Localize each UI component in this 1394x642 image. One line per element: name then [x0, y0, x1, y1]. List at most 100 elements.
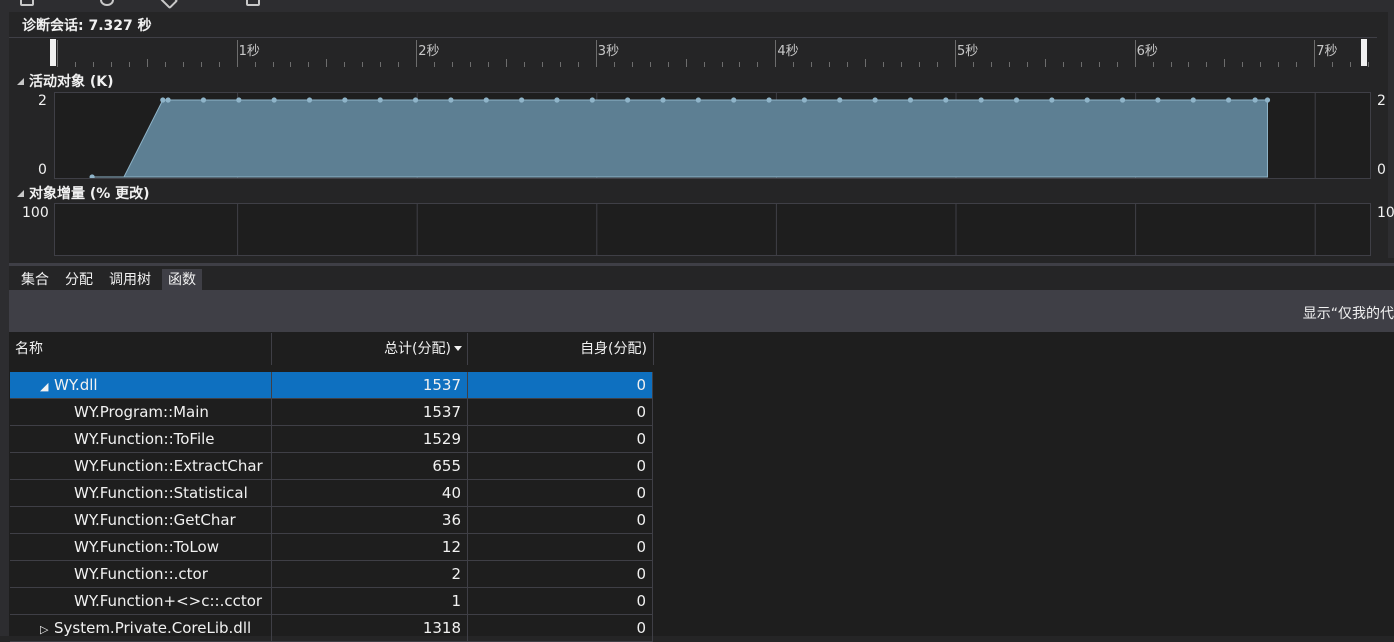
- ruler-tick: [452, 62, 454, 67]
- column-header-self-label: 自身(分配): [580, 341, 647, 357]
- ruler-tick: [649, 62, 651, 67]
- ruler-tick: [1332, 62, 1334, 67]
- live-objects-ymin: 0: [38, 162, 47, 178]
- data-point: [554, 97, 560, 103]
- table-row[interactable]: WY.Function::ExtractChar 655 0: [10, 453, 653, 480]
- data-point: [236, 97, 242, 103]
- ruler-tick: [667, 62, 669, 67]
- ruler-tick: [1152, 62, 1154, 67]
- column-header-name-label: 名称: [15, 341, 43, 357]
- cell-self-allocations: 0: [468, 453, 653, 480]
- ruler-tick: [1296, 62, 1298, 67]
- data-point: [872, 97, 878, 103]
- ruler-tick: [1098, 62, 1100, 67]
- table-row[interactable]: WY.Function::Statistical 40 0: [10, 480, 653, 507]
- table-row[interactable]: WY.Function+<>c::.cctor 1 0: [10, 588, 653, 615]
- ruler-label: 6秒: [1136, 44, 1158, 59]
- data-point: [1119, 97, 1126, 103]
- cell-name: WY.Function::Statistical: [10, 480, 272, 507]
- column-header-total-label: 总计(分配): [384, 341, 451, 357]
- data-point: [165, 97, 171, 103]
- table-row[interactable]: ◢ WY.dll 1537 0: [10, 372, 653, 399]
- report-icon[interactable]: [20, 0, 34, 6]
- collapsed-arrow-icon[interactable]: ▷: [40, 617, 54, 641]
- ruler-tick: [523, 62, 525, 67]
- cell-self-allocations: 0: [468, 426, 653, 453]
- ruler-tick: [1026, 62, 1028, 67]
- ruler-tick: [362, 62, 364, 67]
- data-point: [625, 97, 631, 103]
- ruler-tick: [146, 59, 148, 67]
- table-row[interactable]: WY.Function::ToFile 1529 0: [10, 426, 653, 453]
- cell-name: WY.Function::ExtractChar: [10, 453, 272, 480]
- expanded-arrow-icon[interactable]: ◢: [40, 374, 54, 398]
- data-point: [1264, 97, 1271, 103]
- column-header-self[interactable]: 自身(分配): [468, 333, 654, 365]
- ruler-tick: [937, 62, 939, 67]
- table-row[interactable]: WY.Function::GetChar 36 0: [10, 507, 653, 534]
- data-point: [306, 97, 313, 103]
- cell-self-allocations: 0: [468, 615, 653, 642]
- cell-name: WY.Program::Main: [10, 399, 272, 426]
- ruler-tick: [793, 62, 795, 67]
- toolbar: [0, 0, 1394, 12]
- object-diff-chart[interactable]: [54, 203, 1371, 256]
- function-name: WY.Function::ToLow: [74, 538, 219, 556]
- data-point: [1049, 97, 1055, 103]
- tool-icon[interactable]: [100, 0, 114, 6]
- session-title: 诊断会话: 7.327 秒: [22, 18, 152, 34]
- collapse-triangle-icon: [17, 190, 24, 197]
- time-ruler[interactable]: 1秒 2秒 3秒 4秒 5秒 6秒 7秒: [9, 37, 1377, 67]
- function-name: WY.Function+<>c::.cctor: [74, 592, 263, 610]
- ruler-label: 2秒: [418, 44, 440, 59]
- live-objects-title: 活动对象 (K): [29, 74, 114, 90]
- cell-name: WY.Function::ToFile: [10, 426, 272, 453]
- just-my-code-toggle[interactable]: 显示“仅我的代: [1303, 303, 1394, 323]
- data-point: [1190, 97, 1196, 103]
- object-diff-section[interactable]: 对象增量 (% 更改): [17, 183, 150, 203]
- ruler-tick: [811, 62, 813, 67]
- ruler-tick: [182, 62, 184, 67]
- data-point: [589, 97, 595, 103]
- ruler-tick: [1188, 62, 1190, 67]
- ruler-tick: [1062, 62, 1064, 67]
- cell-name: WY.Function::.ctor: [10, 561, 272, 588]
- live-objects-chart[interactable]: [54, 92, 1371, 179]
- ruler-tick: [506, 59, 507, 67]
- live-objects-ymax-right: 2: [1377, 93, 1386, 109]
- table-row[interactable]: WY.Function::ToLow 12 0: [10, 534, 653, 561]
- ruler-tick: [1260, 62, 1262, 67]
- right-edge: [1388, 12, 1394, 258]
- tag-icon[interactable]: [159, 0, 179, 10]
- live-objects-section[interactable]: 活动对象 (K): [17, 71, 114, 91]
- data-point: [1155, 97, 1161, 103]
- ruler-tick: [326, 59, 328, 67]
- range-end-handle[interactable]: [1361, 39, 1367, 66]
- cell-total-allocations: 1: [272, 588, 468, 615]
- column-header-total[interactable]: 总计(分配): [272, 333, 468, 365]
- column-header-name[interactable]: 名称: [10, 333, 272, 365]
- function-name: WY.Program::Main: [74, 403, 209, 421]
- cell-self-allocations: 0: [468, 480, 653, 507]
- function-name: WY.dll: [54, 376, 98, 394]
- data-point: [943, 97, 949, 103]
- ruler-tick: [1044, 59, 1046, 67]
- ruler-label: 7秒: [1316, 44, 1338, 59]
- cell-self-allocations: 0: [468, 534, 653, 561]
- table-row[interactable]: WY.Function::.ctor 2 0: [10, 561, 653, 588]
- ruler-tick: [1224, 59, 1226, 67]
- data-point: [412, 97, 419, 103]
- calendar-icon[interactable]: [246, 0, 260, 6]
- table-row[interactable]: ▷ System.Private.CoreLib.dll 1318 0: [10, 615, 653, 642]
- data-point: [837, 97, 843, 103]
- range-start-handle[interactable]: [50, 39, 56, 66]
- ruler-tick: [865, 59, 867, 67]
- table-row[interactable]: WY.Program::Main 1537 0: [10, 399, 653, 426]
- ruler-label: 5秒: [957, 44, 979, 59]
- ruler-tick: [470, 62, 472, 67]
- data-point: [200, 97, 207, 103]
- ruler-tick: [308, 62, 310, 67]
- ruler-tick: [488, 62, 490, 67]
- function-name: System.Private.CoreLib.dll: [54, 619, 252, 637]
- ruler-tick: [847, 62, 849, 67]
